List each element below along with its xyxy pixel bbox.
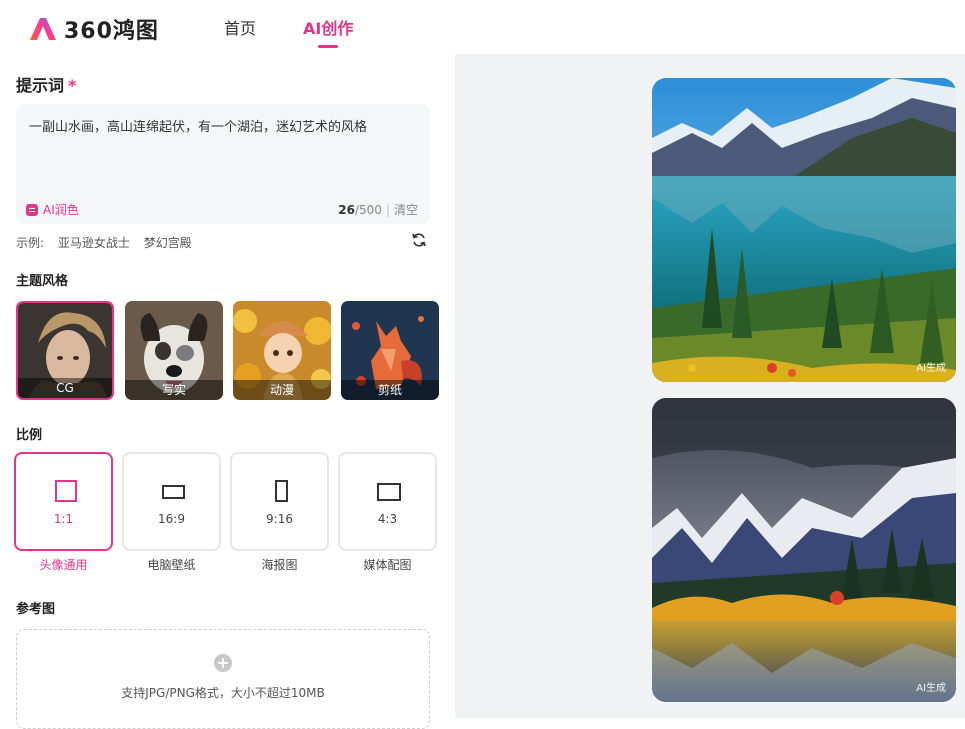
ai-generated-badge: AI生成 bbox=[916, 363, 946, 374]
char-counter: 26/500 | 清空 bbox=[338, 203, 418, 217]
ratio-name: 媒体配图 bbox=[363, 558, 412, 572]
ratio-value: 16:9 bbox=[158, 512, 185, 526]
ratio-value: 9:16 bbox=[266, 512, 293, 526]
results-panel: AI生成 AI生成 bbox=[455, 54, 965, 718]
mountain-lake-image bbox=[652, 398, 956, 702]
ratio-value: 1:1 bbox=[53, 512, 74, 526]
style-options: CG 写实 动漫 剪纸 bbox=[16, 301, 440, 401]
logo-mark-icon bbox=[30, 18, 56, 40]
ratio-value: 4:3 bbox=[377, 512, 398, 526]
portrait-shape-icon bbox=[275, 480, 288, 502]
reference-upload-area[interactable]: 支持JPG/PNG格式，大小不超过10MB bbox=[16, 629, 430, 729]
ratio-name: 头像通用 bbox=[39, 558, 88, 572]
ai-polish-label: AI润色 bbox=[43, 203, 79, 217]
style-label: CG bbox=[18, 378, 112, 398]
ratio-option-4-3[interactable]: 4:3 bbox=[338, 452, 437, 551]
ai-polish-button[interactable]: AI润色 bbox=[26, 201, 79, 218]
style-label: 写实 bbox=[125, 380, 223, 400]
ratio-section-title: 比例 bbox=[16, 428, 43, 443]
prompt-title-text: 提示词 bbox=[16, 76, 65, 95]
ratio-option-9-16[interactable]: 9:16 bbox=[230, 452, 329, 551]
example-chip[interactable]: 梦幻宫殿 bbox=[144, 236, 192, 250]
style-label: 动漫 bbox=[233, 380, 331, 400]
landscape-shape-icon bbox=[377, 483, 401, 501]
required-mark: * bbox=[68, 76, 77, 95]
generated-image[interactable]: AI生成 bbox=[652, 78, 956, 382]
ratio-name: 电脑壁纸 bbox=[147, 558, 196, 572]
prompt-text[interactable]: 一副山水画，高山连绵起伏，有一个湖泊，迷幻艺术的风格 bbox=[29, 116, 367, 135]
nav-active-indicator bbox=[318, 45, 338, 48]
prompt-examples: 示例: 亚马逊女战士 梦幻宫殿 bbox=[16, 234, 202, 251]
brand-logo[interactable]: 360鸿图 bbox=[28, 13, 159, 45]
style-option-papercut[interactable]: 剪纸 bbox=[341, 301, 439, 400]
style-option-anime[interactable]: 动漫 bbox=[233, 301, 331, 400]
prompt-title: 提示词 * bbox=[16, 72, 76, 96]
nav-home[interactable]: 首页 bbox=[224, 15, 256, 39]
square-shape-icon bbox=[55, 480, 77, 502]
ratio-name: 海报图 bbox=[261, 558, 298, 572]
style-label: 剪纸 bbox=[341, 380, 439, 400]
upload-hint: 支持JPG/PNG格式，大小不超过10MB bbox=[121, 686, 325, 700]
chat-icon bbox=[26, 203, 38, 216]
ratio-option-1-1[interactable]: 1:1 bbox=[14, 452, 113, 551]
top-header: 360鸿图 首页 AI创作 bbox=[0, 0, 965, 54]
ratio-options: 1:1 头像通用 16:9 电脑壁纸 9:16 海报图 4:3 媒体配图 bbox=[14, 452, 440, 572]
style-option-cg[interactable]: CG bbox=[16, 301, 114, 400]
char-max: /500 bbox=[354, 203, 382, 217]
refresh-icon[interactable] bbox=[411, 232, 427, 248]
examples-prefix: 示例: bbox=[16, 236, 45, 250]
nav-ai-create[interactable]: AI创作 bbox=[303, 15, 353, 39]
clear-button[interactable]: 清空 bbox=[394, 203, 418, 217]
style-section-title: 主题风格 bbox=[16, 274, 69, 289]
create-form-panel: 提示词 * 一副山水画，高山连绵起伏，有一个湖泊，迷幻艺术的风格 AI润色 26/… bbox=[0, 54, 455, 729]
ai-generated-badge: AI生成 bbox=[916, 683, 946, 694]
generated-image[interactable]: AI生成 bbox=[652, 398, 956, 702]
logo-text: 360鸿图 bbox=[64, 19, 159, 44]
style-option-realistic[interactable]: 写实 bbox=[125, 301, 223, 400]
example-chip[interactable]: 亚马逊女战士 bbox=[58, 236, 130, 250]
ratio-option-16-9[interactable]: 16:9 bbox=[122, 452, 221, 551]
landscape-shape-icon bbox=[162, 485, 185, 499]
reference-section-title: 参考图 bbox=[16, 602, 56, 617]
plus-icon bbox=[214, 654, 232, 672]
mountain-lake-image bbox=[652, 78, 956, 382]
prompt-textarea[interactable]: 一副山水画，高山连绵起伏，有一个湖泊，迷幻艺术的风格 AI润色 26/500 | 清… bbox=[16, 104, 430, 224]
char-count: 26 bbox=[338, 203, 355, 217]
